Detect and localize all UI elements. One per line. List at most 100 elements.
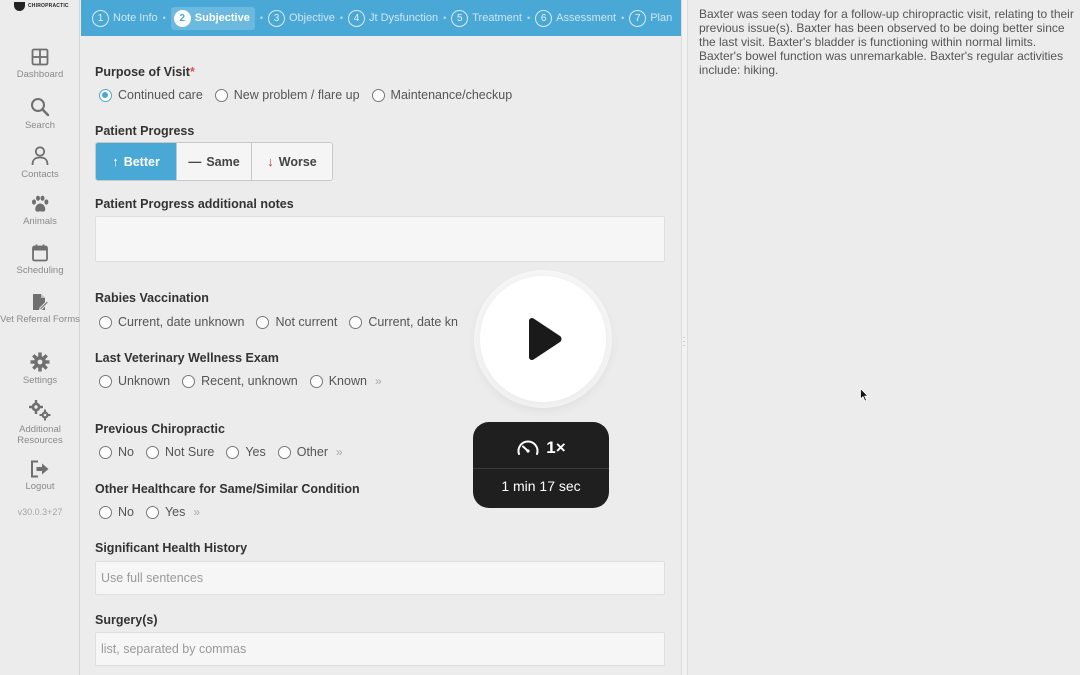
progress-worse-button[interactable]: ↓ Worse <box>252 143 332 180</box>
nav-contacts[interactable]: Contacts <box>0 146 80 180</box>
radio-circle[interactable] <box>182 374 196 388</box>
nav-scheduling[interactable]: Scheduling <box>0 244 80 276</box>
step-label: Plan <box>650 12 673 24</box>
double-chevron-right-icon[interactable]: » <box>375 374 382 388</box>
radio-circle[interactable] <box>226 445 240 459</box>
dash-icon: — <box>188 154 202 169</box>
step-number: 7 <box>629 9 647 27</box>
wellness-radio-unknown[interactable]: Unknown <box>99 374 170 388</box>
progress-better-button[interactable]: ↑ Better <box>96 143 177 180</box>
step-subjective[interactable]: 2 Subjective <box>170 6 255 30</box>
rabies-radio-current-known[interactable]: Current, date kn <box>349 315 458 329</box>
radio-circle[interactable] <box>99 88 112 102</box>
patient-progress-label: Patient Progress <box>95 124 195 138</box>
app-version: v30.0.3+27 <box>17 507 63 517</box>
health-history-input[interactable] <box>95 561 665 595</box>
radio-circle[interactable] <box>371 88 385 102</box>
purpose-radio-continued-care[interactable]: Continued care <box>99 88 203 102</box>
step-number: 2 <box>173 9 191 27</box>
radio-circle[interactable] <box>256 315 270 329</box>
step-separator-icon: • <box>443 13 447 23</box>
radio-circle[interactable] <box>145 445 159 459</box>
radio-circle[interactable] <box>99 505 112 519</box>
radio-label: No <box>118 505 134 519</box>
step-label: Assessment <box>556 12 617 24</box>
nav-scheduling-label: Scheduling <box>16 265 64 276</box>
radio-circle[interactable] <box>349 315 363 329</box>
progress-worse-label: Worse <box>278 154 317 169</box>
double-chevron-right-icon[interactable]: » <box>336 445 343 459</box>
radio-circle[interactable] <box>277 445 291 459</box>
step-note-info[interactable]: 1 Note Info • <box>92 9 171 27</box>
wellness-exam-options: Unknown Recent, unknown Known » <box>99 374 382 388</box>
nav-animals[interactable]: Animals <box>0 195 80 227</box>
play-button[interactable] <box>480 276 606 402</box>
double-chevron-right-icon[interactable]: » <box>193 505 200 519</box>
nav-vet-referral-forms-label: Vet Referral Forms <box>0 314 80 325</box>
playback-speed-value: 1× <box>546 438 566 457</box>
radio-label: Not current <box>275 315 338 329</box>
nav-dashboard-label: Dashboard <box>16 69 64 80</box>
calendar-icon <box>32 244 48 262</box>
surgery-input[interactable] <box>95 632 665 666</box>
step-label: Subjective <box>194 12 250 24</box>
progress-same-label: Same <box>206 154 240 169</box>
logo-mark-icon <box>14 1 25 11</box>
speed-divider <box>473 468 609 469</box>
prev-chiro-radio-not-sure[interactable]: Not Sure <box>145 445 214 459</box>
video-duration: 1 min 17 sec <box>501 478 581 494</box>
playback-speed-control[interactable]: 1× 1 min 17 sec <box>473 422 609 508</box>
step-separator-icon: • <box>339 13 343 23</box>
step-number: 3 <box>267 9 285 27</box>
step-number: 1 <box>92 9 109 27</box>
nav-settings[interactable]: Settings <box>0 352 80 386</box>
radio-circle[interactable] <box>145 505 159 519</box>
prev-chiro-radio-other[interactable]: Other <box>277 445 328 459</box>
arrow-up-icon: ↑ <box>112 154 119 169</box>
prev-chiro-radio-yes[interactable]: Yes <box>226 445 266 459</box>
step-treatment[interactable]: 5 Treatment • <box>451 9 535 27</box>
radio-label: Yes <box>245 445 266 459</box>
step-jt-dysfunction[interactable]: 4 Jt Dysfunction • <box>348 9 451 27</box>
radio-circle[interactable] <box>99 445 112 459</box>
step-separator-icon: • <box>526 13 531 23</box>
radio-label: Maintenance/checkup <box>390 88 513 102</box>
purpose-radio-new-problem[interactable]: New problem / flare up <box>214 88 360 102</box>
radio-circle[interactable] <box>309 374 323 388</box>
nav-search[interactable]: Search <box>0 97 80 131</box>
purpose-of-visit-label: Purpose of Visit* <box>95 65 195 79</box>
step-plan[interactable]: 7 Plan <box>629 9 673 27</box>
step-navigation: 1 Note Info • 2 Subjective • 3 Objective… <box>81 0 681 36</box>
step-assessment[interactable]: 6 Assessment • <box>535 9 629 27</box>
prev-chiro-radio-no[interactable]: No <box>99 445 134 459</box>
required-mark: * <box>189 65 195 79</box>
nav-vet-referral-forms[interactable]: Vet Referral Forms <box>0 293 80 325</box>
nav-dashboard[interactable]: Dashboard <box>0 48 80 80</box>
drag-grip-icon[interactable]: · · · <box>682 334 686 350</box>
radio-circle[interactable] <box>99 374 112 388</box>
speed-row: 1× <box>473 432 609 464</box>
nav-additional-resources[interactable]: Additional Resources <box>0 399 80 446</box>
radio-circle[interactable] <box>99 315 112 329</box>
step-label: Note Info <box>113 12 158 24</box>
nav-search-label: Search <box>24 120 56 131</box>
step-objective[interactable]: 3 Objective • <box>267 9 348 27</box>
wellness-radio-recent-unknown[interactable]: Recent, unknown <box>182 374 298 388</box>
purpose-radio-maintenance[interactable]: Maintenance/checkup <box>371 88 513 102</box>
rabies-radio-not-current[interactable]: Not current <box>256 315 337 329</box>
nav-logout[interactable]: Logout <box>0 460 80 492</box>
nav-additional-resources-label: Additional Resources <box>17 424 63 446</box>
other-healthcare-radio-yes[interactable]: Yes <box>145 505 185 519</box>
paw-icon <box>32 195 49 212</box>
radio-circle[interactable] <box>214 88 228 102</box>
rabies-radio-current-unknown[interactable]: Current, date unknown <box>99 315 244 329</box>
radio-label: New problem / flare up <box>233 88 360 102</box>
note-preview-text: Baxter was seen today for a follow-up ch… <box>699 7 1074 77</box>
wellness-radio-known[interactable]: Known <box>309 374 367 388</box>
progress-notes-textarea[interactable] <box>95 216 665 262</box>
other-healthcare-radio-no[interactable]: No <box>99 505 134 519</box>
app-logo[interactable]: CHIROPRACTIC <box>14 0 69 12</box>
nav-animals-label: Animals <box>23 216 57 227</box>
progress-same-button[interactable]: — Same <box>177 143 252 180</box>
play-icon <box>529 317 562 361</box>
